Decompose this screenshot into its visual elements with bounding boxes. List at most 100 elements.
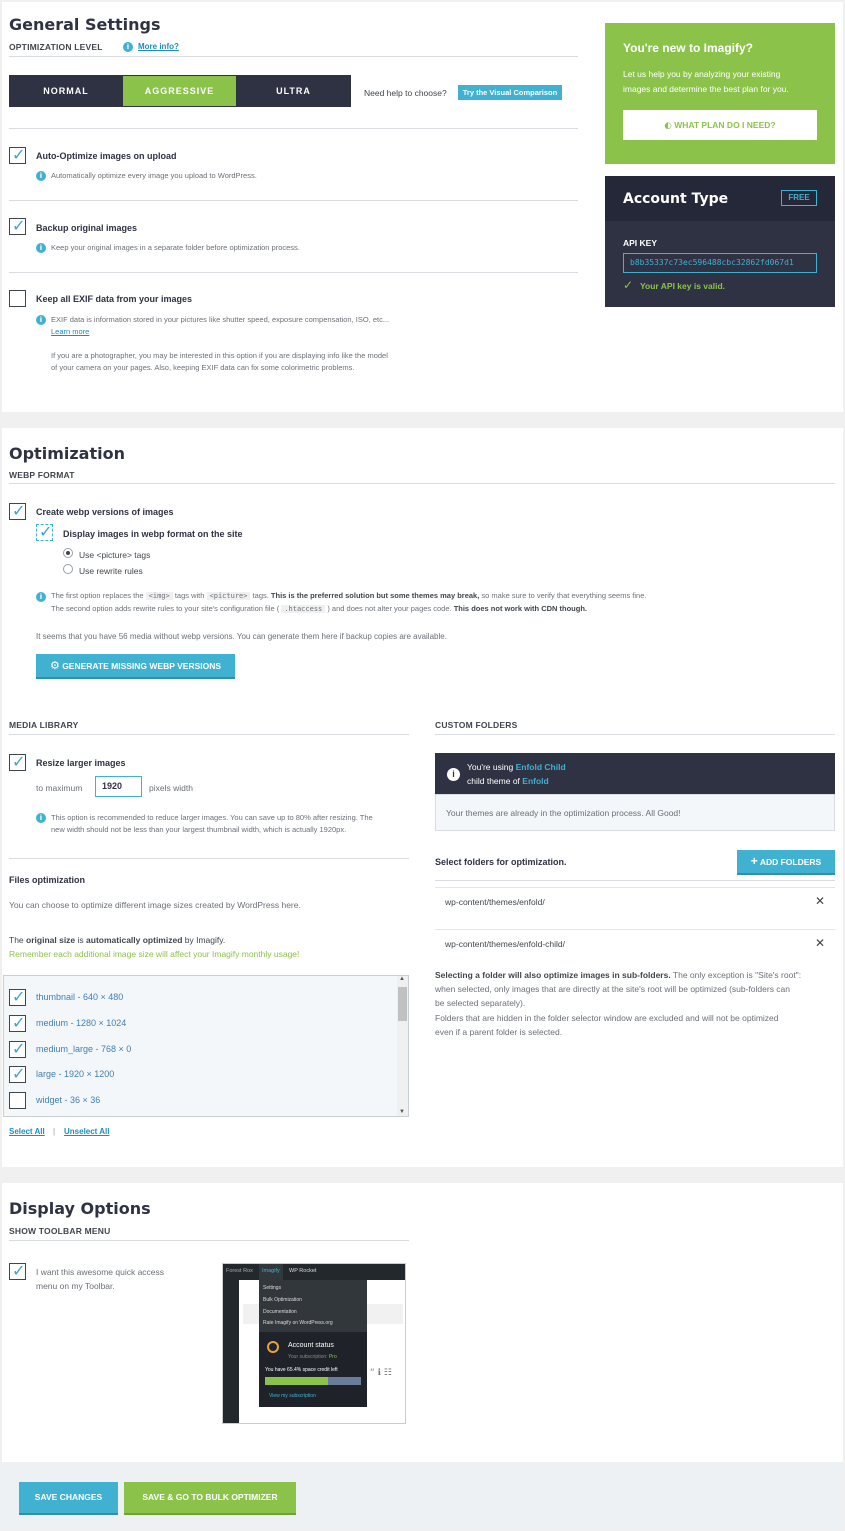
display-options-title: Display Options [9, 1199, 151, 1218]
display-webp-label: Display images in webp format on the sit… [63, 529, 243, 539]
scroll-up-icon[interactable]: ▲ [399, 976, 405, 982]
theme-notice-line-1: You're using Enfold Child [467, 762, 566, 772]
rewrite-rules-label: Use rewrite rules [79, 566, 143, 576]
rewrite-rules-radio[interactable] [63, 564, 73, 574]
divider [9, 734, 409, 735]
exif-desc: EXIF data is information stored in your … [51, 315, 390, 324]
resize-desc-2: new width should not be less than your l… [51, 825, 347, 834]
picture-tags-label: Use <picture> tags [79, 550, 151, 560]
info-icon: i [36, 171, 46, 181]
create-webp-checkbox[interactable] [9, 501, 26, 520]
divider [435, 880, 835, 881]
display-webp-checkbox[interactable] [36, 522, 53, 541]
unselect-all-link[interactable]: Unselect All [64, 1127, 110, 1136]
preview-sidebar [223, 1280, 239, 1423]
level-normal-button[interactable]: NORMAL [10, 76, 122, 106]
auto-optimize-checkbox[interactable] [9, 145, 26, 164]
divider [9, 1240, 409, 1241]
webp-format-label: WEBP FORMAT [9, 470, 75, 480]
create-webp-label: Create webp versions of images [36, 507, 174, 517]
missing-webp-note: It seems that you have 56 media without … [36, 632, 447, 641]
new-box-text-2: images and determine the best plan for y… [623, 84, 789, 94]
divider [435, 734, 835, 735]
help-choose-text: Need help to choose? [364, 88, 447, 98]
toolbar-text-1: I want this awesome quick access [36, 1267, 165, 1277]
divider [9, 858, 409, 859]
toolbar-menu-label: SHOW TOOLBAR MENU [9, 1226, 111, 1236]
generate-webp-label: GENERATE MISSING WEBP VERSIONS [62, 661, 222, 671]
plan-badge: FREE [781, 190, 817, 206]
backup-label: Backup original images [36, 223, 138, 233]
max-width-input[interactable]: 1920 [95, 776, 142, 797]
preview-menu-item: Bulk Optimization [263, 1297, 302, 1303]
select-all-link[interactable]: Select All [9, 1127, 45, 1136]
toolbar-text-2: menu on my Toolbar. [36, 1281, 115, 1291]
divider [9, 56, 578, 57]
save-changes-button[interactable]: SAVE CHANGES [19, 1482, 118, 1515]
resize-desc-1: This option is recommended to reduce lar… [51, 813, 373, 822]
sizes-scrollbar[interactable]: ▲ ▼ [397, 976, 408, 1116]
size-label: thumbnail - 640 × 480 [36, 992, 124, 1002]
backup-checkbox[interactable] [9, 216, 26, 235]
api-valid-text: Your API key is valid. [640, 281, 726, 291]
info-icon: i [36, 315, 46, 325]
exif-note-line-2: of your camera on your pages. Also, keep… [51, 363, 355, 372]
remove-folder-icon[interactable]: ✕ [815, 894, 825, 908]
exif-note-line-1: If you are a photographer, you may be in… [51, 351, 388, 360]
divider [9, 483, 835, 484]
preview-credit-fill [265, 1377, 328, 1385]
level-ultra-button[interactable]: ULTRA [237, 76, 350, 106]
preview-menu-item: Documentation [263, 1309, 297, 1315]
size-checkbox[interactable] [9, 1013, 26, 1032]
folder-note-line-2: when selected, only images that are dire… [435, 984, 791, 994]
preview-gauge-icon [267, 1341, 279, 1353]
divider [9, 128, 578, 129]
gear-icon: ⚙ [49, 659, 60, 672]
preview-bar-item: WP Rocket [289, 1268, 317, 1274]
preview-view-subscription: View my subscription [269, 1393, 316, 1399]
resize-checkbox[interactable] [9, 752, 26, 771]
size-checkbox[interactable] [9, 987, 26, 1006]
optimization-level-label: OPTIMIZATION LEVEL [9, 42, 103, 52]
gauge-icon: ◐ [664, 121, 672, 131]
pixels-width-label: pixels width [149, 783, 193, 793]
folder-row-enfold-child: wp-content/themes/enfold-child/ ✕ [435, 929, 835, 957]
info-circle-icon: i [447, 768, 460, 781]
size-label: medium_large - 768 × 0 [36, 1044, 132, 1054]
info-icon: i [36, 592, 46, 602]
toolbar-checkbox[interactable] [9, 1261, 26, 1280]
generate-webp-button[interactable]: ⚙ GENERATE MISSING WEBP VERSIONS [36, 654, 235, 679]
api-key-label: API KEY [623, 238, 658, 248]
preview-menu-item: Settings [263, 1285, 282, 1291]
divider [9, 200, 578, 201]
size-checkbox[interactable] [9, 1064, 26, 1083]
size-checkbox[interactable] [9, 1039, 26, 1058]
scrollbar-thumb[interactable] [398, 987, 407, 1021]
more-info-link[interactable]: More info? [138, 42, 179, 51]
visual-comparison-button[interactable]: Try the Visual Comparison [458, 85, 562, 100]
folder-path: wp-content/themes/enfold-child/ [445, 939, 566, 949]
preview-credit-text: You have 65.4% space credit left [265, 1367, 338, 1373]
what-plan-button[interactable]: ◐ WHAT PLAN DO I NEED? [623, 110, 817, 140]
webp-info-line-1: The first option replaces the <img> tags… [51, 591, 647, 600]
custom-folders-label: CUSTOM FOLDERS [435, 720, 518, 730]
exif-checkbox[interactable] [9, 290, 26, 307]
scroll-down-icon[interactable]: ▼ [399, 1109, 405, 1115]
size-checkbox[interactable] [9, 1092, 26, 1109]
themes-good-text: Your themes are already in the optimizat… [446, 808, 681, 818]
save-bulk-button[interactable]: SAVE & GO TO BULK OPTIMIZER [124, 1482, 296, 1515]
select-folders-label: Select folders for optimization. [435, 857, 567, 867]
learn-more-link[interactable]: Learn more [51, 326, 89, 338]
divider [9, 272, 578, 273]
add-folders-button[interactable]: + ADD FOLDERS [737, 850, 835, 875]
remove-folder-icon[interactable]: ✕ [815, 936, 825, 950]
preview-dropdown: Settings Bulk Optimization Documentation… [259, 1280, 367, 1407]
webp-info-line-2: The second option adds rewrite rules to … [51, 604, 588, 613]
check-icon: ✓ [623, 278, 634, 292]
level-aggressive-button[interactable]: AGGRESSIVE [123, 76, 236, 106]
preview-status-title: Account status [288, 1342, 334, 1349]
api-key-field[interactable]: b8b35337c73ec596488cbc32862fd067d1 [623, 253, 817, 273]
picture-tags-radio[interactable] [63, 548, 73, 558]
preview-quote-icons: “ ℹ ☷ [370, 1368, 392, 1378]
folder-row-enfold: wp-content/themes/enfold/ ✕ [435, 887, 835, 915]
